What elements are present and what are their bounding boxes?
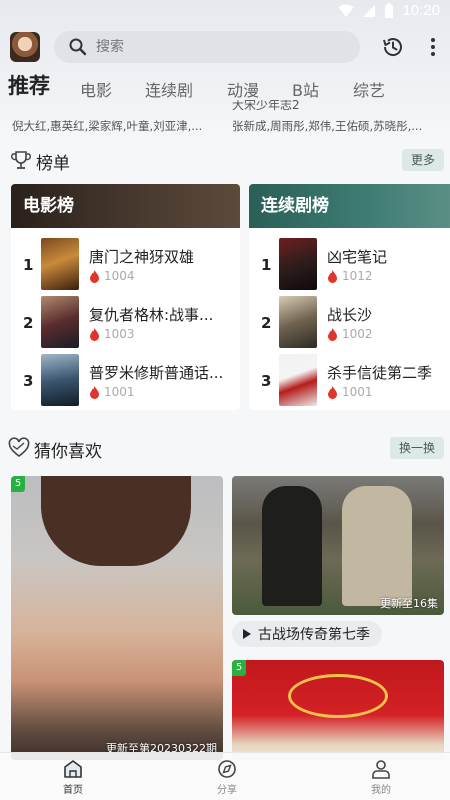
poster-image	[279, 354, 317, 406]
item-name: 杀手信徒第二季	[327, 364, 433, 382]
poster-image	[279, 238, 317, 290]
guess-title: 猜你喜欢	[34, 442, 102, 462]
tab-recommend[interactable]: 推荐	[8, 70, 50, 100]
quality-badge: 5	[11, 476, 25, 492]
fire-icon	[328, 385, 337, 399]
tab-variety[interactable]: 综艺	[353, 77, 385, 101]
refresh-button[interactable]: 换一换	[389, 437, 444, 459]
card-artwork	[342, 486, 412, 606]
movie-ranking-card[interactable]: 电影榜 1 唐门之神犽双雄 1004 2 复仇者格林:战事... 1003 3 …	[11, 184, 240, 410]
play-icon	[243, 629, 251, 639]
guess-header: 猜你喜欢 换一换	[8, 437, 444, 462]
heart-icon	[8, 437, 30, 457]
card-artwork	[41, 476, 191, 566]
card-artwork	[288, 674, 388, 718]
poster-image	[41, 238, 79, 290]
nav-share[interactable]: 分享	[197, 759, 257, 796]
ranking-item[interactable]: 1 唐门之神犽双雄 1004	[11, 238, 240, 290]
battery-icon	[385, 3, 394, 18]
tv-ranking-header: 连续剧榜	[249, 184, 450, 228]
heat-value: 1004	[89, 269, 135, 283]
top-bar	[0, 28, 450, 66]
card-artwork	[262, 486, 322, 606]
heat-value: 1012	[327, 269, 373, 283]
movie-ranking-title: 电影榜	[23, 196, 74, 216]
quality-badge: 5	[232, 660, 246, 676]
banner-peek-row: 倪大红,惠英红,梁家辉,叶童,刘亚津,... 大宋少年志2 张新成,周雨彤,郑伟…	[0, 100, 450, 140]
search-box[interactable]	[54, 31, 360, 63]
rank-number: 2	[261, 314, 272, 332]
content-card[interactable]: 更新至16集	[232, 476, 444, 615]
search-icon	[69, 38, 87, 56]
history-icon[interactable]	[380, 34, 406, 60]
ranking-title: 榜单	[36, 154, 70, 174]
search-input[interactable]	[96, 39, 336, 55]
heat-value: 1002	[327, 327, 373, 341]
fire-icon	[328, 327, 337, 341]
content-card[interactable]: 5 更新至第20230322期	[11, 476, 223, 760]
item-name: 复仇者格林:战事...	[89, 306, 214, 324]
poster-image	[41, 354, 79, 406]
ranking-item[interactable]: 1 凶宅笔记 1012	[249, 238, 450, 290]
nav-profile[interactable]: 我的	[351, 759, 411, 796]
fire-icon	[90, 385, 99, 399]
fire-icon	[90, 269, 99, 283]
poster-image	[279, 296, 317, 348]
ranking-header: 榜单 更多	[10, 149, 444, 174]
rank-number: 3	[23, 372, 34, 390]
fire-icon	[90, 327, 99, 341]
item-name: 凶宅笔记	[327, 248, 388, 266]
item-name: 战长沙	[327, 306, 373, 324]
ranking-item[interactable]: 3 普罗米修斯普通话... 1001	[11, 354, 240, 406]
ranking-more-button[interactable]: 更多	[401, 149, 444, 171]
tab-series[interactable]: 连续剧	[145, 77, 193, 101]
compass-icon	[218, 760, 236, 778]
heat-value: 1001	[89, 385, 135, 399]
more-vertical-icon[interactable]	[424, 34, 442, 60]
tv-ranking-title: 连续剧榜	[261, 196, 329, 216]
heat-value: 1003	[89, 327, 135, 341]
rank-number: 2	[23, 314, 34, 332]
heat-value: 1001	[327, 385, 373, 399]
ranking-item[interactable]: 2 战长沙 1002	[249, 296, 450, 348]
update-caption: 更新至16集	[380, 597, 438, 610]
avatar[interactable]	[10, 32, 40, 62]
content-card[interactable]: 5	[232, 660, 444, 760]
ranking-item[interactable]: 3 杀手信徒第二季 1001	[249, 354, 450, 406]
peek-actors[interactable]: 张新成,周雨彤,郑伟,王佑硕,苏晓彤,...	[232, 118, 432, 134]
nav-home-label: 首页	[63, 785, 83, 796]
rank-number: 1	[23, 256, 34, 274]
bottom-navigation: 首页 分享 我的	[0, 752, 450, 800]
play-title-tag[interactable]: 古战场传奇第七季	[232, 621, 382, 647]
nav-home[interactable]: 首页	[43, 759, 103, 796]
status-time: 10:20	[402, 2, 440, 19]
nav-profile-label: 我的	[371, 785, 391, 796]
tv-ranking-card[interactable]: 连续剧榜 1 凶宅笔记 1012 2 战长沙 1002 3 杀手信徒第二季 10…	[249, 184, 450, 410]
user-icon	[372, 760, 390, 779]
status-bar: 10:20	[0, 0, 450, 24]
tab-anime[interactable]: 动漫	[227, 77, 259, 101]
movie-ranking-header: 电影榜	[11, 184, 240, 228]
wifi-icon	[338, 4, 354, 17]
item-name: 唐门之神犽双雄	[89, 248, 195, 266]
card-title: 古战场传奇第七季	[258, 627, 370, 643]
item-name: 普罗米修斯普通话...	[89, 364, 224, 382]
peek-title: 大宋少年志2	[232, 100, 300, 112]
poster-image	[41, 296, 79, 348]
fire-icon	[328, 269, 337, 283]
peek-actors[interactable]: 倪大红,惠英红,梁家辉,叶童,刘亚津,...	[12, 118, 212, 134]
home-icon	[64, 760, 82, 778]
nav-share-label: 分享	[217, 785, 237, 796]
tab-bilibili[interactable]: B站	[292, 77, 319, 101]
trophy-icon	[11, 151, 31, 169]
rank-number: 3	[261, 372, 272, 390]
rank-number: 1	[261, 256, 272, 274]
signal-icon	[363, 4, 376, 17]
tab-movie[interactable]: 电影	[80, 77, 112, 101]
ranking-item[interactable]: 2 复仇者格林:战事... 1003	[11, 296, 240, 348]
